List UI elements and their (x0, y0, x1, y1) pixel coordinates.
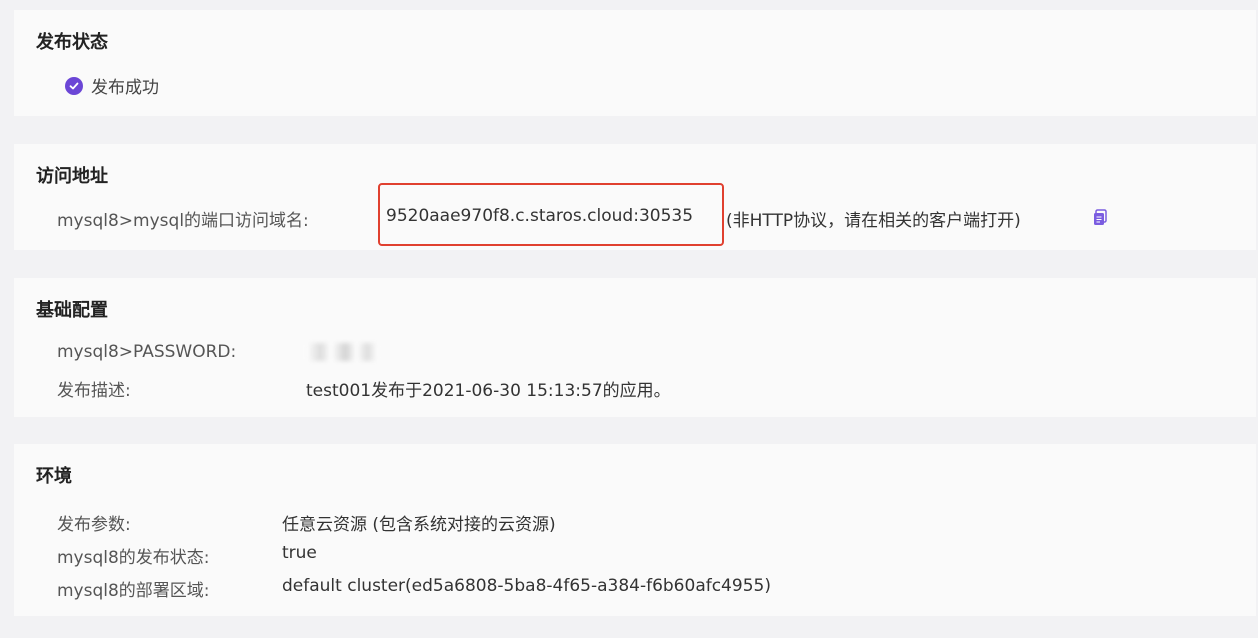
check-circle-icon (65, 76, 83, 95)
publish-status-row: 发布成功 (65, 73, 159, 98)
environment-title: 环境 (36, 466, 72, 487)
password-value-redacted (306, 343, 378, 361)
publish-desc-value: test001发布于2021-06-30 15:13:57的应用。 (306, 381, 671, 401)
publish-state-label: mysql8的发布状态: (57, 548, 210, 568)
basic-config-title: 基础配置 (36, 300, 108, 321)
publish-status-text: 发布成功 (91, 78, 159, 98)
publish-status-card: 发布状态 发布成功 (14, 10, 1256, 116)
access-address-title: 访问地址 (36, 166, 108, 187)
publish-state-value: true (282, 543, 317, 563)
publish-params-label: 发布参数: (57, 515, 131, 535)
copy-icon[interactable] (1093, 209, 1107, 226)
deploy-region-value: default cluster(ed5a6808-5ba8-4f65-a384-… (282, 576, 771, 596)
publish-desc-label: 发布描述: (57, 381, 131, 401)
access-domain-note: (非HTTP协议，请在相关的客户端打开) (726, 211, 1021, 231)
access-domain-label: mysql8>mysql的端口访问域名: (57, 211, 309, 231)
password-label: mysql8>PASSWORD: (57, 342, 237, 362)
domain-highlight-box (378, 183, 724, 246)
publish-status-title: 发布状态 (36, 32, 108, 53)
deploy-region-label: mysql8的部署区域: (57, 581, 210, 601)
publish-params-value: 任意云资源 (包含系统对接的云资源) (282, 515, 556, 535)
